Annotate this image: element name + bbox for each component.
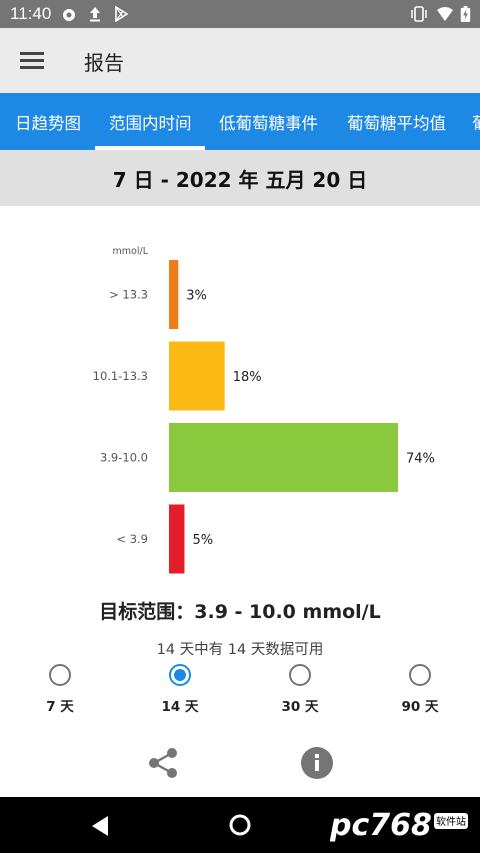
date-range: 7 日 - 2022 年 五月 20 日	[112, 168, 368, 192]
chart-value-label: 18%	[233, 370, 262, 385]
chart-unit-label: mmol/L	[113, 246, 149, 257]
status-bar: 11:40	[0, 0, 480, 28]
info-icon[interactable]	[300, 746, 334, 780]
chart-bar	[169, 341, 225, 411]
radio-button[interactable]	[169, 664, 191, 686]
chart-bar	[169, 423, 398, 492]
hamburger-menu-icon[interactable]	[20, 50, 46, 70]
date-range-band: 7 日 - 2022 年 五月 20 日	[0, 150, 480, 206]
tab-time-in-range[interactable]: 范围内时间	[95, 93, 205, 150]
period-label: 14 天	[161, 699, 199, 715]
home-icon[interactable]	[228, 813, 252, 837]
tab-low-glucose-events[interactable]: 低葡萄糖事件	[205, 93, 331, 150]
share-icon[interactable]	[146, 746, 180, 780]
report-tabs: 日趋势图 范围内时间 低葡萄糖事件 葡萄糖平均值 葡	[0, 93, 480, 150]
tab-label: 范围内时间	[109, 114, 192, 133]
navigation-bar: pc768 软件站	[0, 797, 480, 853]
tab-daily-trend[interactable]: 日趋势图	[0, 93, 95, 150]
period-label: 30 天	[281, 699, 319, 715]
period-label: 90 天	[401, 699, 439, 715]
period-option-90-days[interactable]: 90 天	[380, 664, 460, 716]
vibrate-icon	[411, 6, 427, 22]
play-store-icon	[115, 6, 128, 22]
app-bar: 报告	[0, 28, 480, 93]
upload-icon	[90, 7, 100, 22]
chart-category-label: > 13.3	[109, 288, 148, 302]
tab-label: 葡	[472, 110, 480, 134]
chart-category-label: < 3.9	[116, 532, 148, 546]
radio-button[interactable]	[289, 664, 311, 686]
tab-partial[interactable]: 葡	[462, 93, 480, 150]
chart-value-label: 5%	[192, 533, 213, 548]
radio-button[interactable]	[409, 664, 431, 686]
chart-value-label: 3%	[186, 289, 207, 304]
target-range: 目标范围：3.9 - 10.0 mmol/L	[99, 601, 381, 623]
tab-label: 葡萄糖平均值	[347, 114, 446, 133]
svg-text:pc768: pc768	[330, 808, 432, 843]
period-option-14-days[interactable]: 14 天	[140, 664, 220, 716]
battery-charging-icon	[460, 6, 471, 22]
svg-text:软件站: 软件站	[436, 815, 466, 828]
chart-category-label: 10.1-13.3	[93, 369, 148, 383]
tab-label: 日趋势图	[15, 114, 81, 133]
tab-average-glucose[interactable]: 葡萄糖平均值	[331, 93, 462, 150]
notification-circle-icon	[63, 9, 75, 21]
chart-bar	[169, 504, 185, 574]
page-title: 报告	[84, 51, 124, 75]
radio-button[interactable]	[49, 664, 71, 686]
chart-bar	[169, 260, 179, 329]
back-icon[interactable]	[90, 815, 110, 837]
chart-category-label: 3.9-10.0	[100, 451, 148, 465]
period-option-7-days[interactable]: 7 天	[20, 664, 100, 716]
period-label: 7 天	[46, 699, 74, 715]
period-option-30-days[interactable]: 30 天	[260, 664, 340, 716]
days-available-text: 14 天中有 14 天数据可用	[156, 642, 324, 658]
status-time: 11:40	[10, 4, 52, 23]
pc768-watermark-logo: pc768 软件站	[330, 808, 468, 843]
time-in-range-chart: mmol/L > 13.3 3% 10.1-13.3 18% 3.9-10.0 74% < 3…	[93, 246, 435, 574]
chart-value-label: 74%	[406, 452, 435, 467]
wifi-icon	[437, 7, 453, 21]
tab-label: 低葡萄糖事件	[219, 114, 318, 133]
